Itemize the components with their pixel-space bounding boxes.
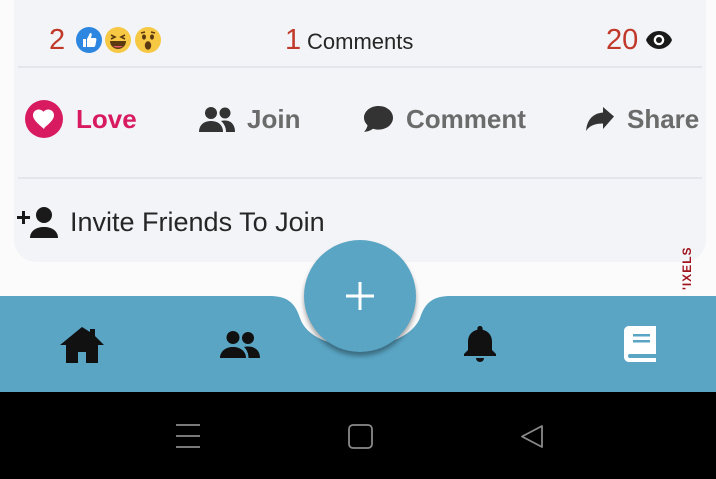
eye-icon: [646, 31, 672, 49]
recent-apps-icon[interactable]: [174, 423, 202, 449]
comment-label: Comment: [406, 103, 526, 134]
wow-reaction-icon[interactable]: [134, 26, 162, 54]
add-person-icon: [17, 207, 58, 238]
join-button[interactable]: Join: [199, 95, 300, 143]
comment-button[interactable]: Comment: [363, 95, 526, 143]
laugh-reaction-icon[interactable]: [104, 26, 132, 54]
plus-icon: [346, 282, 374, 310]
invite-friends-button[interactable]: Invite Friends To Join: [16, 205, 325, 239]
comment-icon: [364, 106, 393, 132]
bell-icon[interactable]: [463, 325, 497, 363]
like-reaction-icon[interactable]: [75, 26, 103, 54]
reaction-count[interactable]: 2: [49, 24, 65, 57]
heart-icon: [25, 100, 63, 138]
share-button[interactable]: Share: [585, 95, 699, 143]
share-icon: [586, 107, 614, 131]
back-icon[interactable]: [519, 423, 545, 450]
comments-count[interactable]: 1: [285, 24, 301, 57]
book-icon[interactable]: [624, 326, 656, 362]
create-button[interactable]: [304, 240, 416, 352]
love-button[interactable]: Love: [24, 95, 137, 143]
invite-label: Invite Friends To Join: [70, 206, 325, 237]
group-icon: [199, 107, 235, 132]
groups-icon[interactable]: [220, 330, 260, 358]
share-label: Share: [627, 103, 700, 134]
join-label: Join: [247, 103, 301, 134]
stats-divider: [18, 66, 702, 68]
actions-divider: [18, 177, 702, 179]
home-icon[interactable]: [59, 326, 105, 364]
love-label: Love: [76, 103, 137, 134]
home-system-icon[interactable]: [347, 423, 374, 450]
comments-label[interactable]: Comments: [307, 29, 413, 55]
watermark-text: 'IXELS: [680, 246, 694, 290]
views-count: 20: [606, 24, 639, 56]
